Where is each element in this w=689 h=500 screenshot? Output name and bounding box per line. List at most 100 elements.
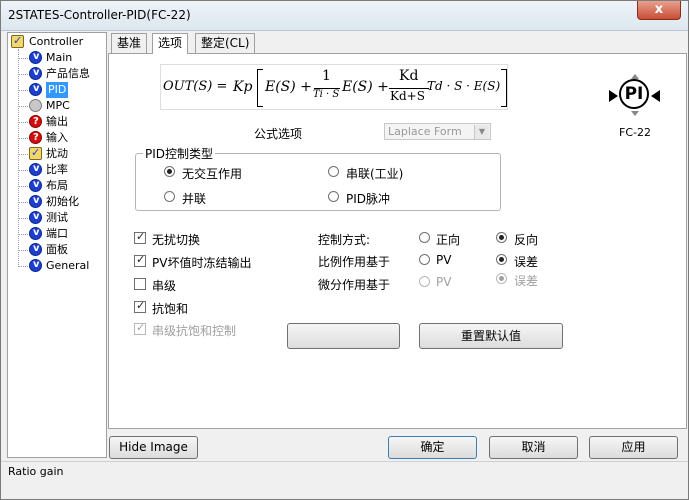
tab-options[interactable]: 选项 <box>152 33 189 54</box>
tree-connector <box>19 90 28 91</box>
tab-basis[interactable]: 基准 <box>111 33 148 53</box>
tree-connector <box>19 138 28 139</box>
proportional-label: 比例作用基于 <box>318 255 391 269</box>
device-symbol: PI FC-22 <box>609 74 661 146</box>
tree-item-label: 布局 <box>46 179 68 192</box>
radio-direct[interactable] <box>419 232 430 243</box>
radio-label: 正向 <box>436 233 461 247</box>
pid-type-title: PID控制类型 <box>143 145 216 162</box>
radio-label: 并联 <box>182 192 207 206</box>
checkbox-label: 串级抗饱和控制 <box>152 324 237 338</box>
tree-connector <box>19 170 28 171</box>
button-label: 重置默认值 <box>460 329 521 343</box>
tree-item-label: 面板 <box>46 243 68 256</box>
formula-option-select[interactable]: Laplace Form ▼ <box>384 123 491 140</box>
navigation-tree: Controller Main 产品信息 PIDMPC 输出输入扰动比率布局初始化测试… <box>7 32 107 458</box>
check-blue-icon <box>29 193 42 209</box>
radio-series[interactable] <box>328 166 339 177</box>
question-red-icon <box>29 114 42 130</box>
radio-parallel[interactable] <box>164 191 175 202</box>
checkbox-icon <box>29 145 42 161</box>
tree-item-label: 产品信息 <box>46 67 90 80</box>
formula-frac2-num: Kd <box>399 68 419 84</box>
tab-tuning[interactable]: 整定(CL) <box>195 33 256 53</box>
tree-item-label: PID <box>46 82 69 98</box>
tree-item-label: 测试 <box>46 211 68 224</box>
formula-kp: Kp <box>233 79 253 95</box>
radio-noninteractive[interactable] <box>164 166 175 177</box>
dialog-window: 2STATES-Controller-PID(FC-22) x Controll… <box>0 0 689 500</box>
checkbox-cascade[interactable] <box>134 278 146 290</box>
button-label: 取消 <box>521 440 546 454</box>
tab-label: 整定(CL) <box>201 36 250 50</box>
radio-label: 无交互作用 <box>182 167 243 181</box>
tree-connector <box>19 266 28 267</box>
formula-frac1-num: 1 <box>322 68 331 84</box>
question-folder-icon <box>11 33 24 49</box>
radio-prop-error[interactable] <box>496 254 507 265</box>
radio-label: 误差 <box>514 255 539 269</box>
output-arrow-icon <box>651 90 660 102</box>
checkbox-label: 串级 <box>152 279 177 293</box>
tree-connector <box>19 218 28 219</box>
checkbox-label: PV坏值时冻结输出 <box>152 256 252 270</box>
tree-connector <box>19 154 28 155</box>
tab-label: 选项 <box>158 36 183 50</box>
checkbox-label: 无扰切换 <box>152 233 201 247</box>
radio-pid-pulse[interactable] <box>328 191 339 202</box>
close-button[interactable]: x <box>637 1 681 20</box>
pi-controller-icon: PI <box>619 79 649 109</box>
reset-defaults-button[interactable]: 重置默认值 <box>419 323 563 349</box>
input-arrow-icon <box>609 90 618 102</box>
tree-connector <box>19 234 28 235</box>
checkbox-cascade-antiwindup[interactable] <box>134 321 146 335</box>
cancel-button[interactable]: 取消 <box>489 436 578 459</box>
tree-root-label: Controller <box>29 35 84 48</box>
checkbox-bumpless[interactable] <box>134 230 146 244</box>
formula-term2: E(S) + <box>342 79 389 95</box>
check-blue-icon <box>29 225 42 241</box>
tree-connector <box>19 122 28 123</box>
apply-button[interactable]: 应用 <box>589 436 678 459</box>
blank-button[interactable] <box>287 323 400 349</box>
question-red-icon <box>29 130 42 146</box>
check-blue-icon <box>29 209 42 225</box>
down-arrow-icon <box>631 111 639 116</box>
checkbox-label: 抗饱和 <box>152 302 189 316</box>
tree-item-label: 扰动 <box>46 147 68 160</box>
radio-label: PID脉冲 <box>346 192 391 206</box>
formula-frac2-den: Kd+S <box>390 89 425 103</box>
control-mode-label: 控制方式: <box>318 233 371 247</box>
radio-deriv-pv[interactable] <box>419 276 430 287</box>
formula-option-label: 公式选项 <box>254 127 303 141</box>
tree-item-label: 输出 <box>46 115 68 128</box>
button-label: 确定 <box>420 440 445 454</box>
up-arrow-icon <box>631 74 639 79</box>
chevron-down-icon: ▼ <box>474 125 489 139</box>
tree-item-label: Main <box>46 51 73 64</box>
checkbox-antiwindup[interactable] <box>134 299 146 313</box>
radio-label: PV <box>436 275 452 289</box>
tree-item-label: MPC <box>46 99 70 112</box>
radio-reverse[interactable] <box>496 232 507 243</box>
radio-deriv-error[interactable] <box>496 273 507 284</box>
formula-option-value: Laplace Form <box>388 125 462 138</box>
radio-label: 串联(工业) <box>346 167 404 181</box>
title-bar: 2STATES-Controller-PID(FC-22) x <box>1 1 688 31</box>
formula-term3: Td · S · E(S) <box>427 79 501 93</box>
hide-image-button[interactable]: Hide Image <box>109 436 198 459</box>
checkbox-freeze-on-bad-pv[interactable] <box>134 253 146 267</box>
pid-formula: OUT(S) = Kp E(S) + 1 Ti · S E(S) + Kd Kd… <box>160 64 508 110</box>
ok-button[interactable]: 确定 <box>388 436 477 459</box>
radio-label: 反向 <box>514 233 539 247</box>
right-bracket <box>501 69 507 107</box>
button-label: Hide Image <box>119 440 188 454</box>
check-blue-icon <box>29 49 42 65</box>
tree-item-label: 比率 <box>46 163 68 176</box>
tree-connector <box>19 74 28 75</box>
radio-prop-pv[interactable] <box>419 254 430 265</box>
tree-connector <box>19 106 28 107</box>
window-title: 2STATES-Controller-PID(FC-22) <box>8 8 191 22</box>
tree-item-label: 初始化 <box>46 195 79 208</box>
check-blue-icon <box>29 241 42 257</box>
